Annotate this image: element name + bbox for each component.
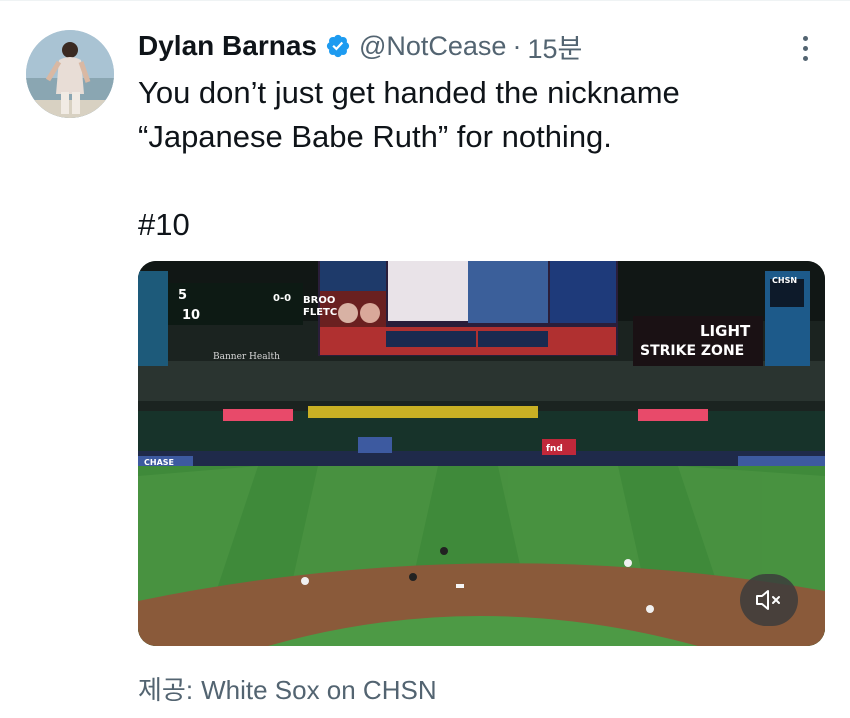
- author-handle[interactable]: @NotCease: [359, 31, 506, 62]
- fanduel-sign: fnd: [546, 444, 563, 454]
- strike-zone-sign: STRIKE ZONE: [640, 343, 744, 359]
- source-label: 제공:: [138, 675, 194, 705]
- video-player[interactable]: 5 10 0-0 BROO FLETC Banner Health LIGHT …: [138, 261, 825, 646]
- speaker-muted-icon[interactable]: [740, 574, 798, 626]
- scorebug-count: 0-0: [273, 293, 291, 304]
- sponsor-sign: Banner Health: [213, 352, 280, 362]
- tweet-timestamp[interactable]: 15분: [527, 27, 582, 66]
- tweet-header: Dylan Barnas @NotCease · 15분: [138, 26, 582, 66]
- scorebug-score-top: 5: [178, 288, 187, 303]
- author-name[interactable]: Dylan Barnas: [138, 30, 317, 62]
- avatar-photo: [26, 30, 114, 118]
- scorebug-batter-1: BROO: [303, 295, 335, 306]
- verified-badge-icon[interactable]: [325, 33, 351, 59]
- light-sign: LIGHT: [700, 322, 751, 340]
- chsn-sign: CHSN: [772, 276, 797, 285]
- video-frame: 5 10 0-0 BROO FLETC Banner Health LIGHT …: [138, 261, 825, 646]
- meta-separator: ·: [512, 30, 522, 61]
- source-link[interactable]: White Sox on CHSN: [201, 675, 437, 705]
- chase-sign: CHASE: [144, 458, 174, 467]
- tweet-text: You don’t just get handed the nickname “…: [138, 75, 680, 242]
- author-avatar[interactable]: [26, 30, 114, 118]
- more-options-icon[interactable]: [792, 30, 818, 66]
- media-source: 제공: White Sox on CHSN: [138, 670, 437, 707]
- scorebug-batter-2: FLETC: [303, 307, 337, 318]
- scorebug-score-bottom: 10: [182, 308, 200, 323]
- top-divider: [0, 0, 850, 1]
